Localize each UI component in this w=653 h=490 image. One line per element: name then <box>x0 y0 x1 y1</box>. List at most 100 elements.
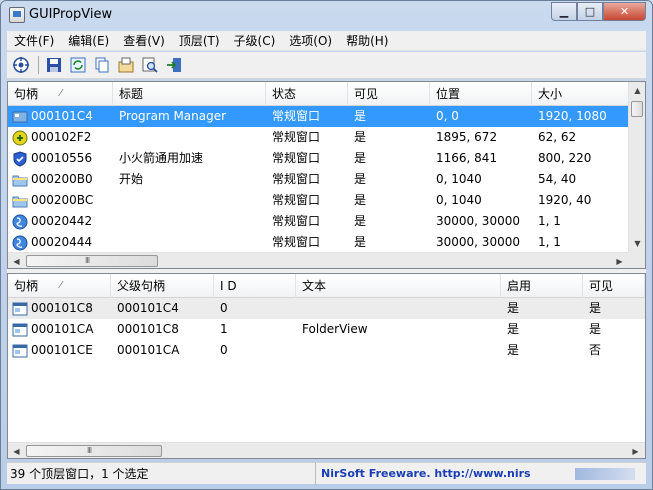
hscroll-thumb[interactable]: III <box>26 255 158 267</box>
folder-icon <box>12 172 28 188</box>
title-bar[interactable]: GUIPropView ▁ □ ✕ <box>1 1 652 29</box>
col-child-handle-label: 句柄 <box>14 279 39 293</box>
scroll-thumb[interactable] <box>631 101 643 117</box>
col-handle-label: 句柄 <box>14 87 39 101</box>
cell-handle-text: 000200BC <box>31 193 94 207</box>
top-level-list[interactable]: 句柄 ⁄ 标题 状态 可见 位置 大小 000101C4 Program Manag… <box>7 81 646 269</box>
col-child-visible[interactable]: 可见 <box>583 274 645 298</box>
scroll-left-icon[interactable]: ◀ <box>8 253 25 268</box>
cell-size: 800, 220 <box>538 151 592 165</box>
table-row[interactable]: 00020442 常规窗口 是 30000, 30000 1, 1 <box>8 211 630 232</box>
cell-visible: 是 <box>354 172 367 186</box>
cell-enabled: 是 <box>507 322 520 336</box>
cell-handle: 000101C4 <box>8 106 113 127</box>
cell-handle: 000200BC <box>8 190 113 211</box>
col-parent-handle[interactable]: 父级句柄 <box>111 274 214 298</box>
close-button[interactable]: ✕ <box>603 2 646 21</box>
col-enabled[interactable]: 启用 <box>501 274 583 298</box>
refresh-button[interactable] <box>68 55 88 75</box>
menu-help[interactable]: 帮助(H) <box>339 31 395 51</box>
shield-icon <box>12 150 28 167</box>
properties-button[interactable] <box>116 55 136 75</box>
table-row[interactable]: 000101C8 000101C4 0 是 是 <box>8 298 645 319</box>
table-row[interactable]: 000200BC 常规窗口 是 0, 1040 1920, 40 <box>8 190 630 211</box>
menu-edit[interactable]: 编辑(E) <box>61 31 116 51</box>
col-handle[interactable]: 句柄 ⁄ <box>8 82 113 106</box>
scroll-right-icon[interactable]: ▶ <box>611 253 628 268</box>
cell-title: 开始 <box>119 172 144 186</box>
table-row[interactable]: 000101CA 000101C8 1 FolderView 是 是 <box>8 319 645 340</box>
cell-size: 54, 40 <box>538 172 577 186</box>
child-window-icon <box>12 301 28 317</box>
bottom-horizontal-scrollbar[interactable]: ◀ III ▶ <box>8 442 645 458</box>
exit-button[interactable] <box>164 55 184 75</box>
cell-title <box>113 190 266 211</box>
table-row[interactable]: 00010556 小火箭通用加速 常规窗口 是 1166, 841 800, 220 <box>8 148 630 169</box>
col-title[interactable]: 标题 <box>113 82 266 106</box>
col-state[interactable]: 状态 <box>266 82 348 106</box>
menu-file[interactable]: 文件(F) <box>7 31 61 51</box>
save-button[interactable] <box>44 55 64 75</box>
cell-position: 30000, 30000 <box>436 235 520 249</box>
menu-toplevel[interactable]: 顶层(T) <box>172 31 227 51</box>
child-window-list[interactable]: 句柄 ⁄ 父级句柄 I D 文本 启用 可见 000101C8 000101C4 0 是… <box>7 273 646 459</box>
maximize-button[interactable]: □ <box>577 2 603 21</box>
globe-icon <box>12 214 28 230</box>
cell-position: 1166, 841 <box>436 151 498 165</box>
app-icon <box>9 7 25 23</box>
hscroll-thumb[interactable]: III <box>26 445 162 457</box>
child-list-header: 句柄 ⁄ 父级句柄 I D 文本 启用 可见 <box>8 274 645 298</box>
cell-size: 1920, 40 <box>538 193 592 207</box>
minimize-button[interactable]: ▁ <box>551 2 577 21</box>
scroll-up-icon[interactable]: ▲ <box>629 82 645 99</box>
cell-position: 0, 1040 <box>436 172 482 186</box>
cell-handle: 00020444 <box>8 232 113 253</box>
top-horizontal-scrollbar[interactable]: ◀ III ▶ <box>8 252 629 268</box>
cell-handle: 00020442 <box>8 211 113 232</box>
properties-icon <box>118 57 134 73</box>
scroll-down-icon[interactable]: ▼ <box>629 235 645 252</box>
cell-handle-text: 000200B0 <box>31 172 93 186</box>
col-position[interactable]: 位置 <box>430 82 532 106</box>
menu-options[interactable]: 选项(O) <box>282 31 339 51</box>
table-row[interactable]: 000101CE 000101CA 0 是 否 <box>8 340 645 361</box>
target-button[interactable] <box>11 55 31 75</box>
cell-handle: 000102F2 <box>8 127 113 148</box>
window-title: GUIPropView <box>29 7 113 22</box>
cell-visible: 是 <box>589 301 602 315</box>
copy-button[interactable] <box>92 55 112 75</box>
maximize-icon: □ <box>584 5 596 18</box>
col-visible[interactable]: 可见 <box>348 82 430 106</box>
target-icon <box>13 57 29 73</box>
cell-visible: 否 <box>589 343 602 357</box>
col-id[interactable]: I D <box>214 274 296 298</box>
cell-handle: 00010556 <box>8 148 113 169</box>
col-child-handle[interactable]: 句柄 ⁄ <box>8 274 111 298</box>
scroll-left-icon[interactable]: ◀ <box>8 443 25 458</box>
col-text[interactable]: 文本 <box>296 274 501 298</box>
cell-handle: 000101CA <box>8 319 111 340</box>
col-size[interactable]: 大小 <box>532 82 630 106</box>
cell-state: 常规窗口 <box>272 109 321 123</box>
cell-size: 62, 62 <box>538 130 577 144</box>
menu-child[interactable]: 子级(C) <box>227 31 283 51</box>
table-row[interactable]: 00020444 常规窗口 是 30000, 30000 1, 1 <box>8 232 630 253</box>
menu-bar: 文件(F) 编辑(E) 查看(V) 顶层(T) 子级(C) 选项(O) 帮助(H… <box>7 31 646 51</box>
find-button[interactable] <box>140 55 160 75</box>
folder-icon <box>12 193 28 209</box>
cell-handle-text: 000101C4 <box>31 109 93 123</box>
top-vertical-scrollbar[interactable]: ▲ ▼ <box>628 82 645 253</box>
menu-view[interactable]: 查看(V) <box>116 31 172 51</box>
cell-title <box>113 211 266 232</box>
table-row[interactable]: 000102F2 常规窗口 是 1895, 672 62, 62 <box>8 127 630 148</box>
cell-text <box>296 340 501 361</box>
copy-icon <box>95 57 109 73</box>
table-row[interactable]: 000200B0 开始 常规窗口 是 0, 1040 54, 40 <box>8 169 630 190</box>
cell-size: 1, 1 <box>538 235 561 249</box>
table-row[interactable]: 000101C4 Program Manager 常规窗口 是 0, 0 1920, 10… <box>8 106 630 127</box>
nirsoft-link[interactable]: NirSoft Freeware. http://www.nirs <box>321 463 571 485</box>
scroll-right-icon[interactable]: ▶ <box>627 443 644 458</box>
cell-position: 0, 0 <box>436 109 459 123</box>
minimize-icon: ▁ <box>559 5 569 18</box>
cell-position: 0, 1040 <box>436 193 482 207</box>
